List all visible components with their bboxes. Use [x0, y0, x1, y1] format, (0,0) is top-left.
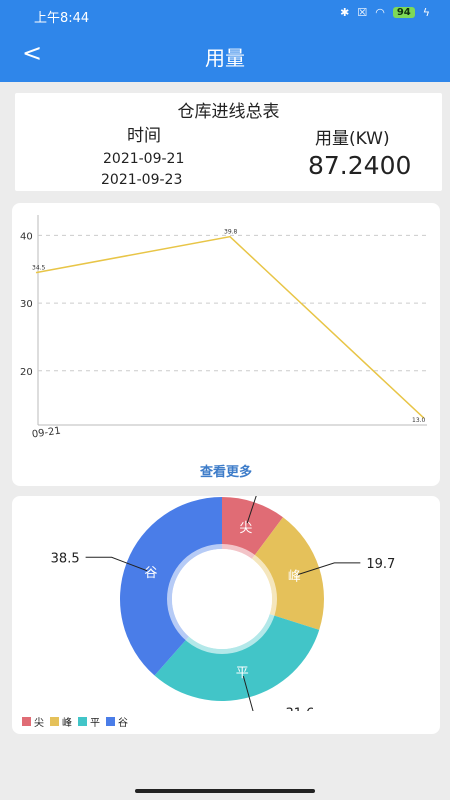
legend-item: 峰	[50, 714, 72, 729]
y-tick-label: 40	[20, 231, 33, 242]
legend-label: 尖	[34, 718, 44, 729]
status-time: 上午8:44	[34, 11, 90, 26]
status-bar: 上午8:44 ✱ ☒ ◠ 94 ϟ	[0, 0, 450, 30]
legend-item: 谷	[106, 714, 128, 729]
data-label: 34.5	[32, 265, 46, 272]
date-start: 2021-09-21	[103, 151, 185, 167]
slice-label: 峰	[288, 570, 301, 585]
data-label: 39.8	[224, 229, 238, 236]
time-label: 时间	[127, 126, 161, 146]
legend-label: 谷	[118, 718, 128, 729]
value-label: 38.5	[51, 551, 80, 566]
slice-label: 尖	[239, 521, 252, 536]
series-line	[35, 235, 425, 419]
wifi-icon: ◠	[375, 6, 385, 19]
status-icons: ✱ ☒ ◠ 94 ϟ	[340, 6, 430, 19]
usage-value: 87.2400	[308, 151, 412, 180]
legend-swatch	[22, 717, 31, 726]
line-chart: 20 30 40 34.5 39.8 13.0 09-21	[20, 215, 427, 441]
charging-icon: ϟ	[422, 6, 430, 19]
page-title: 用量	[205, 46, 245, 70]
data-label: 13.0	[412, 417, 426, 424]
sim-icon: ☒	[357, 6, 368, 19]
slice-label: 平	[236, 666, 249, 681]
summary-card: 仓库进线总表 时间 用量(KW) 2021-09-21 2021-09-23 8…	[15, 93, 442, 191]
bluetooth-icon: ✱	[340, 6, 350, 19]
battery-icon: 94	[392, 7, 415, 18]
legend-swatch	[106, 717, 115, 726]
legend-item: 平	[78, 714, 100, 729]
slice-label: 谷	[144, 566, 157, 581]
pie-chart-card: 尖10.2峰19.7平31.6谷38.5 尖峰平谷	[12, 496, 440, 734]
legend-item: 尖	[22, 714, 44, 729]
line-chart-card: 20 30 40 34.5 39.8 13.0 09-21 查看更多	[12, 203, 440, 486]
y-tick-label: 20	[20, 367, 33, 378]
legend-swatch	[50, 717, 59, 726]
home-indicator[interactable]	[135, 789, 315, 793]
app-bar: < 用量	[0, 30, 450, 82]
donut-chart: 尖10.2峰19.7平31.6谷38.5	[51, 496, 395, 711]
date-end: 2021-09-23	[101, 172, 183, 188]
y-tick-label: 30	[20, 299, 33, 310]
value-label: 19.7	[366, 557, 395, 572]
value-label: 31.6	[285, 707, 314, 711]
x-tick-label: 09-21	[31, 426, 61, 441]
meter-name: 仓库进线总表	[177, 102, 280, 122]
donut-hole	[167, 544, 277, 654]
legend: 尖峰平谷	[22, 714, 128, 729]
legend-label: 峰	[62, 718, 72, 729]
usage-label: 用量(KW)	[315, 129, 390, 149]
legend-label: 平	[90, 718, 100, 729]
legend-swatch	[78, 717, 87, 726]
view-more-link[interactable]: 查看更多	[12, 461, 440, 480]
